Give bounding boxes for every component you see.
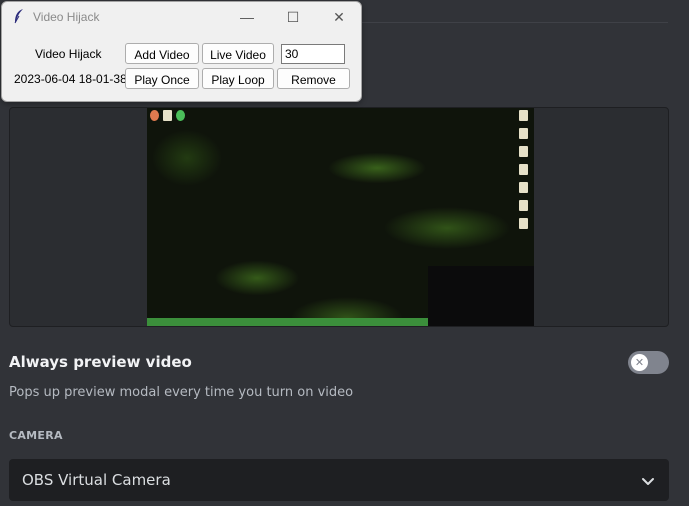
file-icon [519,146,528,157]
live-video-button[interactable]: Live Video [202,43,274,64]
always-preview-title: Always preview video [9,353,192,371]
video-preview-feed [147,108,534,326]
play-once-button[interactable]: Play Once [125,68,199,89]
maximize-button[interactable]: ☐ [278,6,308,28]
close-icon: ✕ [333,8,345,25]
file-icon [519,200,528,211]
taskbar [147,318,428,326]
always-preview-toggle[interactable]: ✕ [628,351,669,374]
file-icon [519,110,528,121]
app-icon [176,110,185,121]
window-titlebar[interactable]: Video Hijack — ☐ ✕ [2,2,361,32]
desktop-icons-right [519,110,528,229]
top-divider [360,22,668,23]
toggle-knob: ✕ [631,354,648,371]
file-icon [519,128,528,139]
video-hijack-window: Video Hijack — ☐ ✕ Video Hijack 2023-06-… [1,1,362,102]
play-loop-button[interactable]: Play Loop [202,68,274,89]
add-video-button[interactable]: Add Video [125,43,199,64]
camera-section-label: CAMERA [9,429,63,442]
file-icon [519,164,528,175]
file-icon [163,110,172,121]
camera-select[interactable]: OBS Virtual Camera [9,459,669,501]
fps-input[interactable] [281,44,345,64]
webcam-inset [428,266,534,326]
window-title: Video Hijack [33,10,100,24]
close-icon: ✕ [634,356,645,369]
file-icon [519,218,528,229]
app-icon [150,110,159,121]
file-icon [519,182,528,193]
close-button[interactable]: ✕ [324,6,354,28]
video-preview-frame [9,107,669,327]
always-preview-description: Pops up preview modal every time you tur… [9,385,354,400]
minimize-icon: — [240,9,254,25]
maximize-icon: ☐ [286,8,300,25]
camera-select-value: OBS Virtual Camera [22,471,171,489]
timestamp-label: 2023-06-04 18-01-38 [14,72,127,86]
feather-icon [13,8,25,29]
desktop-icons-top [150,110,185,121]
app-name-label: Video Hijack [35,47,102,61]
minimize-button[interactable]: — [232,6,262,28]
chevron-down-icon [641,473,655,492]
remove-button[interactable]: Remove [277,68,350,89]
